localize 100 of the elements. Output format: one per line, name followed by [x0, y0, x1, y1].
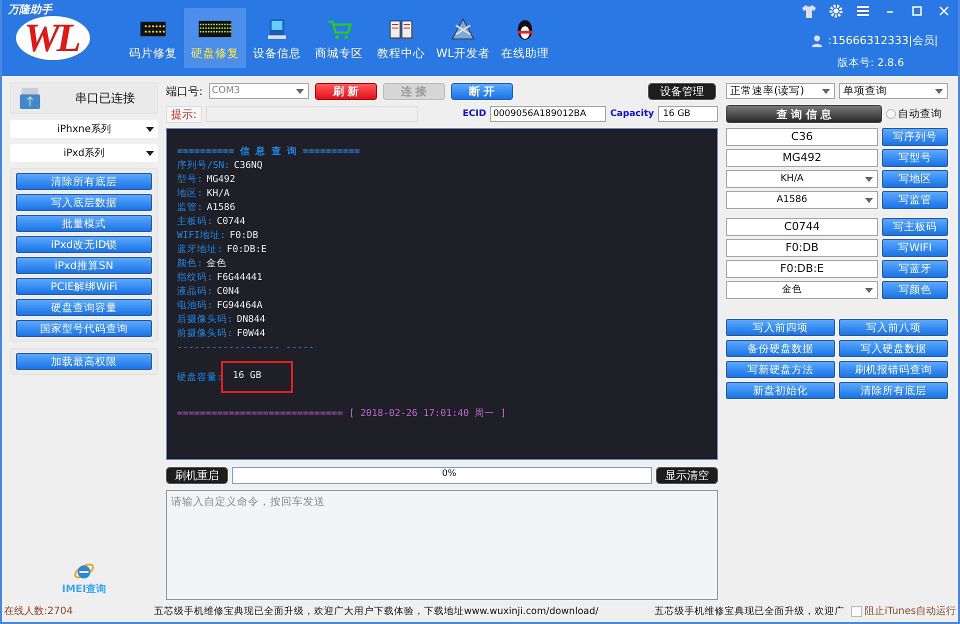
capacity-label: Capacity [610, 109, 654, 119]
port-dropdown[interactable]: COM3 [208, 83, 309, 99]
caret-icon [865, 288, 873, 293]
field-label: 型号: [177, 174, 203, 185]
news-ticker: 五芯级手机维修宝典现已全面升级，欢迎广大用户下载体验，下载地址www.wuxinji.com/download/ [154, 604, 598, 618]
field-label: 序列号/SN: [177, 160, 230, 171]
shirt-icon[interactable] [801, 3, 817, 19]
ecid-label: ECID [462, 109, 486, 119]
caret-icon [822, 89, 830, 94]
field-label: 颜色: [177, 258, 203, 269]
imei-link[interactable]: IMEI查询 [62, 582, 106, 596]
toolbar-button[interactable]: 刷 新 [314, 82, 377, 100]
mode-dropdown[interactable]: 单项查询 [839, 83, 948, 99]
user-account: :15666312333|会员| [828, 33, 938, 48]
separator-line: ------------------ ----- [177, 341, 316, 355]
field-value: 16 GB [220, 361, 294, 393]
write-button[interactable]: 写蓝牙 [882, 260, 948, 278]
value-field[interactable]: MG492 [726, 149, 878, 167]
clear-display-button[interactable]: 显示清空 [656, 466, 718, 484]
nav-tab[interactable]: 商城专区 [308, 8, 370, 68]
caret-icon [146, 127, 154, 132]
connection-status: 串口已连接 [75, 90, 135, 106]
usb-drive-icon [19, 86, 41, 110]
nav-tab[interactable]: 在线助理 [494, 8, 556, 68]
auto-query-radio[interactable]: 自动查询 [886, 107, 942, 121]
value-field[interactable]: F0:DB:E [726, 260, 878, 278]
series-dropdown[interactable]: iPxd系列 [10, 144, 158, 162]
write-button[interactable]: 写WIFI [882, 239, 948, 257]
itunes-checkbox[interactable]: 阻止iTunes自动运行 [850, 604, 956, 618]
value-field[interactable]: C36 [726, 128, 878, 146]
value-dropdown[interactable]: 金色 [726, 281, 878, 299]
port-label: 端口号: [166, 84, 203, 98]
device-manager-button[interactable]: 设备管理 [648, 82, 716, 100]
action-button[interactable]: 硬盘查询容量 [16, 299, 152, 316]
user-icon [810, 34, 824, 48]
news-ticker: 五芯级手机维修宝典现已全面升级，欢迎广 [654, 604, 845, 618]
action-button[interactable]: 写入前四项 [726, 319, 835, 336]
nav-tab[interactable]: 硬盘修复 [184, 8, 246, 68]
version-label: 版本号: 2.8.6 [837, 56, 904, 70]
mode-dropdown[interactable]: 正常速率(读写) [726, 83, 835, 99]
write-button[interactable]: 写颜色 [882, 281, 948, 299]
restart-button[interactable]: 刷机重启 [166, 466, 228, 484]
action-button[interactable]: 写入底层数据 [16, 194, 152, 211]
action-button[interactable]: 加载最高权限 [16, 353, 152, 370]
action-button[interactable]: 写入前八项 [839, 319, 948, 336]
field-label: 前摄像头码: [177, 328, 233, 339]
action-button[interactable]: 批量模式 [16, 215, 152, 232]
series-dropdown[interactable]: iPhxne系列 [10, 120, 158, 138]
caret-icon [865, 177, 873, 182]
field-label: 指纹码: [177, 272, 213, 283]
command-input[interactable]: 请输入自定义命令，按回车发送 [166, 490, 718, 600]
field-value: DN844 [236, 314, 266, 325]
progress-reading: 0% [442, 468, 456, 478]
brand-caption: 万隆助手 [8, 2, 52, 17]
toolbar-button[interactable]: 断 开 [450, 82, 513, 100]
query-button[interactable]: 查 询 信 息 [726, 105, 882, 123]
field-label: 地区: [177, 188, 203, 199]
field-label: WIFI地址: [177, 230, 226, 241]
caret-icon [296, 89, 304, 94]
field-label: 硬盘容量: [177, 372, 223, 383]
action-button[interactable]: 新盘初始化 [726, 382, 835, 399]
online-count: 在线人数:2704 [4, 604, 74, 618]
nav-tab[interactable]: 设备信息 [246, 8, 308, 68]
action-button[interactable]: iPxd改无ID锁 [16, 236, 152, 253]
value-field[interactable]: C0744 [726, 218, 878, 236]
action-button[interactable]: 刷机报错码查询 [839, 361, 948, 378]
nav-tab[interactable]: 教程中心 [370, 8, 432, 68]
menu-icon[interactable] [855, 3, 871, 19]
value-dropdown[interactable]: KH/A [726, 170, 878, 188]
field-value: C36NQ [234, 160, 262, 171]
action-button[interactable]: 写新硬盘方法 [726, 361, 835, 378]
write-button[interactable]: 写地区 [882, 170, 948, 188]
field-value: F6G44441 [216, 272, 262, 283]
write-button[interactable]: 写主板码 [882, 218, 948, 236]
action-button[interactable]: iPxd推算SN [16, 257, 152, 274]
action-button[interactable]: 国家型号代码查询 [16, 320, 152, 337]
value-field[interactable]: F0:DB [726, 239, 878, 257]
field-label: 监管: [177, 202, 203, 213]
action-button[interactable]: PCIE解绑WiFi [16, 278, 152, 295]
brand-logo: WL [16, 16, 90, 60]
field-label: 主板码: [177, 216, 213, 227]
nav-tab[interactable]: 码片修复 [122, 8, 184, 68]
action-button[interactable]: 清除所有底层 [16, 173, 152, 190]
caret-icon [865, 198, 873, 203]
ecid-field[interactable]: 0009056A189012BA [490, 106, 606, 122]
write-button[interactable]: 写序列号 [882, 128, 948, 146]
field-label: 后摄像头码: [177, 314, 233, 325]
action-button[interactable]: 写入硬盘数据 [839, 340, 948, 357]
settings-icon[interactable] [828, 3, 844, 19]
value-dropdown[interactable]: A1586 [726, 191, 878, 209]
nav-tab[interactable]: WL开发者 [432, 8, 494, 68]
write-button[interactable]: 写型号 [882, 149, 948, 167]
capacity-field[interactable]: 16 GB [658, 106, 718, 122]
caret-icon [935, 89, 943, 94]
action-button[interactable]: 备份硬盘数据 [726, 340, 835, 357]
action-button[interactable]: 清除所有底层 [839, 382, 948, 399]
timestamp: [ 2018-02-26 17:01:40 周一 ] [348, 407, 506, 421]
terminal-title: ========== 信 息 查 询 ========== [177, 145, 361, 159]
caret-icon [146, 151, 154, 156]
write-button[interactable]: 写监管 [882, 191, 948, 209]
